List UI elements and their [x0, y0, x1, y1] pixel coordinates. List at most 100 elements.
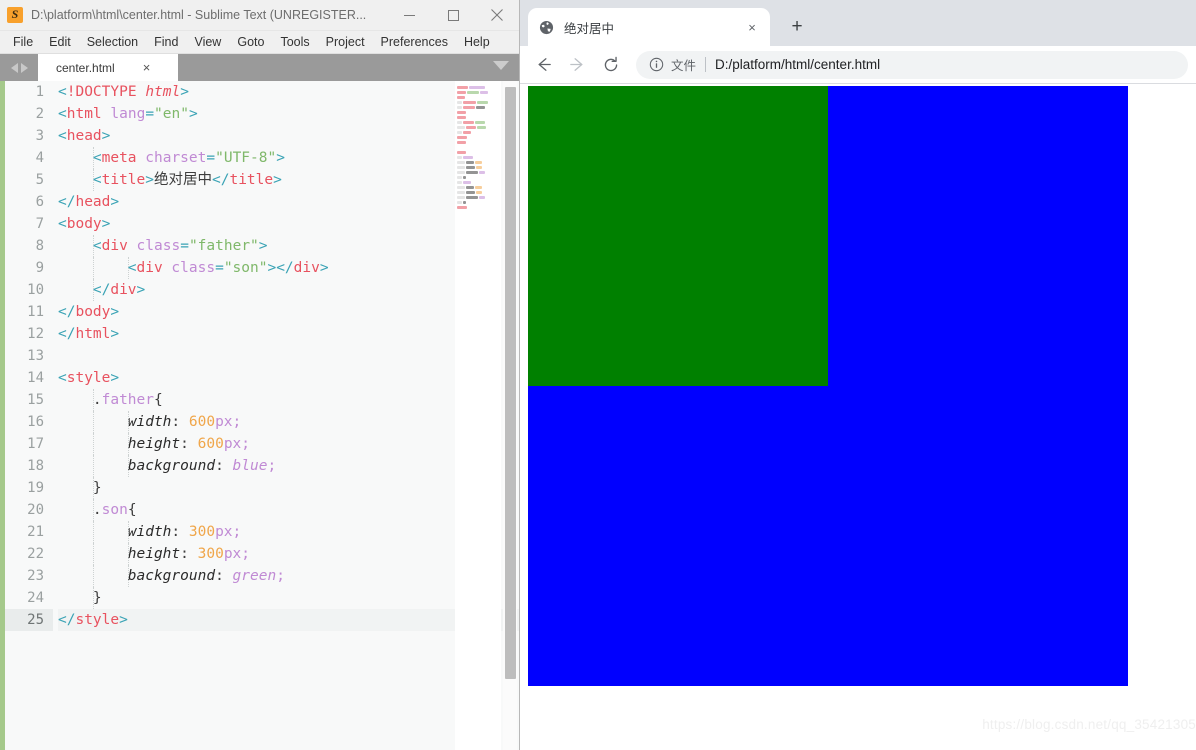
father-div [528, 86, 1128, 686]
info-circle-icon[interactable] [648, 57, 664, 73]
line-number: 1 [35, 84, 44, 100]
minimap-segment [462, 106, 475, 109]
code-line[interactable]: background: blue; [58, 455, 519, 477]
tab-nav-arrows[interactable] [0, 54, 38, 81]
minimap-segment [457, 201, 462, 204]
menu-item-help[interactable]: Help [456, 31, 498, 53]
code-text: </div> [92, 282, 146, 298]
address-url-text[interactable]: D:/platform/html/center.html [715, 57, 880, 72]
minimap-segment [457, 131, 462, 134]
line-number: 16 [27, 414, 44, 430]
menu-item-edit[interactable]: Edit [41, 31, 79, 53]
minimap-segment [457, 101, 462, 104]
menu-item-goto[interactable]: Goto [229, 31, 272, 53]
code-text: </html> [58, 326, 120, 342]
code-text: <style> [58, 370, 120, 386]
reload-button[interactable] [596, 50, 626, 80]
code-editor[interactable]: 1 2 3 4 5 6 7 8 9 10 11 12 13 14 15 16 17 18 19 20 21 22 23 24 2… [0, 81, 519, 750]
code-line[interactable] [58, 345, 519, 367]
indent-guide [92, 279, 94, 301]
code-line[interactable]: } [58, 587, 519, 609]
line-number: 25 [5, 609, 53, 631]
code-line[interactable]: <!DOCTYPE html> [58, 81, 519, 103]
menu-item-preferences[interactable]: Preferences [373, 31, 456, 53]
indent-guide [127, 521, 129, 543]
code-line[interactable]: width: 600px; [58, 411, 519, 433]
menu-item-selection[interactable]: Selection [79, 31, 146, 53]
code-minimap[interactable] [455, 81, 501, 750]
code-text: } [92, 590, 102, 606]
code-line[interactable]: .father{ [58, 389, 519, 411]
line-number: 19 [27, 480, 44, 496]
minimap-segment [465, 186, 474, 189]
editor-tab-center-html[interactable]: center.html × [38, 54, 178, 81]
code-line[interactable]: </html> [58, 323, 519, 345]
code-line[interactable]: .son{ [58, 499, 519, 521]
indent-guide [92, 411, 94, 433]
line-number: 23 [27, 568, 44, 584]
code-line[interactable]: </body> [58, 301, 519, 323]
code-line[interactable]: <div class="father"> [58, 235, 519, 257]
code-text: } [92, 480, 102, 496]
code-text: <body> [58, 216, 111, 232]
code-line[interactable]: <title>绝对居中</title> [58, 169, 519, 191]
code-line[interactable]: background: green; [58, 565, 519, 587]
code-line[interactable]: <meta charset="UTF-8"> [58, 147, 519, 169]
browser-tab[interactable]: 绝对居中 × [528, 8, 770, 46]
indent-guide [127, 257, 129, 279]
code-line[interactable]: </head> [58, 191, 519, 213]
line-number: 3 [35, 128, 44, 144]
minimize-button[interactable] [387, 0, 431, 30]
maximize-button[interactable] [431, 0, 475, 30]
code-text: height: 300px; [127, 546, 251, 562]
code-text: <div class="father"> [92, 238, 268, 254]
minimap-segment [465, 171, 478, 174]
line-number: 10 [27, 282, 44, 298]
code-line[interactable]: <style> [58, 367, 519, 389]
code-line[interactable]: width: 300px; [58, 521, 519, 543]
code-text: width: 300px; [127, 524, 242, 540]
menu-item-find[interactable]: Find [146, 31, 186, 53]
indent-guide [127, 565, 129, 587]
code-line[interactable]: <html lang="en"> [58, 103, 519, 125]
new-tab-button[interactable]: + [782, 12, 812, 42]
code-line[interactable]: <div class="son"></div> [58, 257, 519, 279]
minimap-segment [457, 176, 462, 179]
indent-guide [92, 433, 94, 455]
minimap-segment [457, 196, 465, 199]
minimap-segment [475, 166, 483, 169]
scrollbar-thumb[interactable] [505, 87, 516, 679]
chevron-down-icon[interactable] [493, 61, 509, 70]
back-button[interactable] [528, 50, 558, 80]
code-line[interactable]: </div> [58, 279, 519, 301]
forward-button[interactable] [562, 50, 592, 80]
code-line[interactable]: } [58, 477, 519, 499]
menu-item-tools[interactable]: Tools [272, 31, 317, 53]
code-line[interactable]: </style> [58, 609, 519, 631]
minimap-segment [477, 126, 486, 129]
code-text: <head> [58, 128, 111, 144]
close-icon[interactable]: × [143, 61, 151, 74]
code-content[interactable]: <!DOCTYPE html> <html lang="en"> <head> <me… [58, 81, 519, 750]
code-line[interactable]: height: 300px; [58, 543, 519, 565]
minimap-segment [457, 136, 467, 139]
editor-vertical-scrollbar[interactable] [503, 81, 517, 750]
close-icon[interactable]: × [744, 19, 760, 35]
menu-item-file[interactable]: File [5, 31, 41, 53]
code-line[interactable]: <head> [58, 125, 519, 147]
menu-item-view[interactable]: View [186, 31, 229, 53]
line-number: 24 [27, 590, 44, 606]
code-text: .son{ [92, 502, 137, 518]
address-bar[interactable]: 文件 D:/platform/html/center.html [636, 50, 1188, 79]
screenshot-root: D:\platform\html\center.html - Sublime T… [0, 0, 1196, 750]
arrow-left-icon[interactable] [10, 62, 18, 73]
arrow-right-icon[interactable] [20, 62, 28, 73]
code-text: </style> [58, 612, 128, 628]
line-number: 20 [27, 502, 44, 518]
line-number: 21 [27, 524, 44, 540]
browser-tab-strip: 绝对居中 × + [520, 0, 1196, 46]
menu-item-project[interactable]: Project [318, 31, 373, 53]
code-line[interactable]: height: 600px; [58, 433, 519, 455]
close-button[interactable] [475, 0, 519, 30]
code-line[interactable]: <body> [58, 213, 519, 235]
